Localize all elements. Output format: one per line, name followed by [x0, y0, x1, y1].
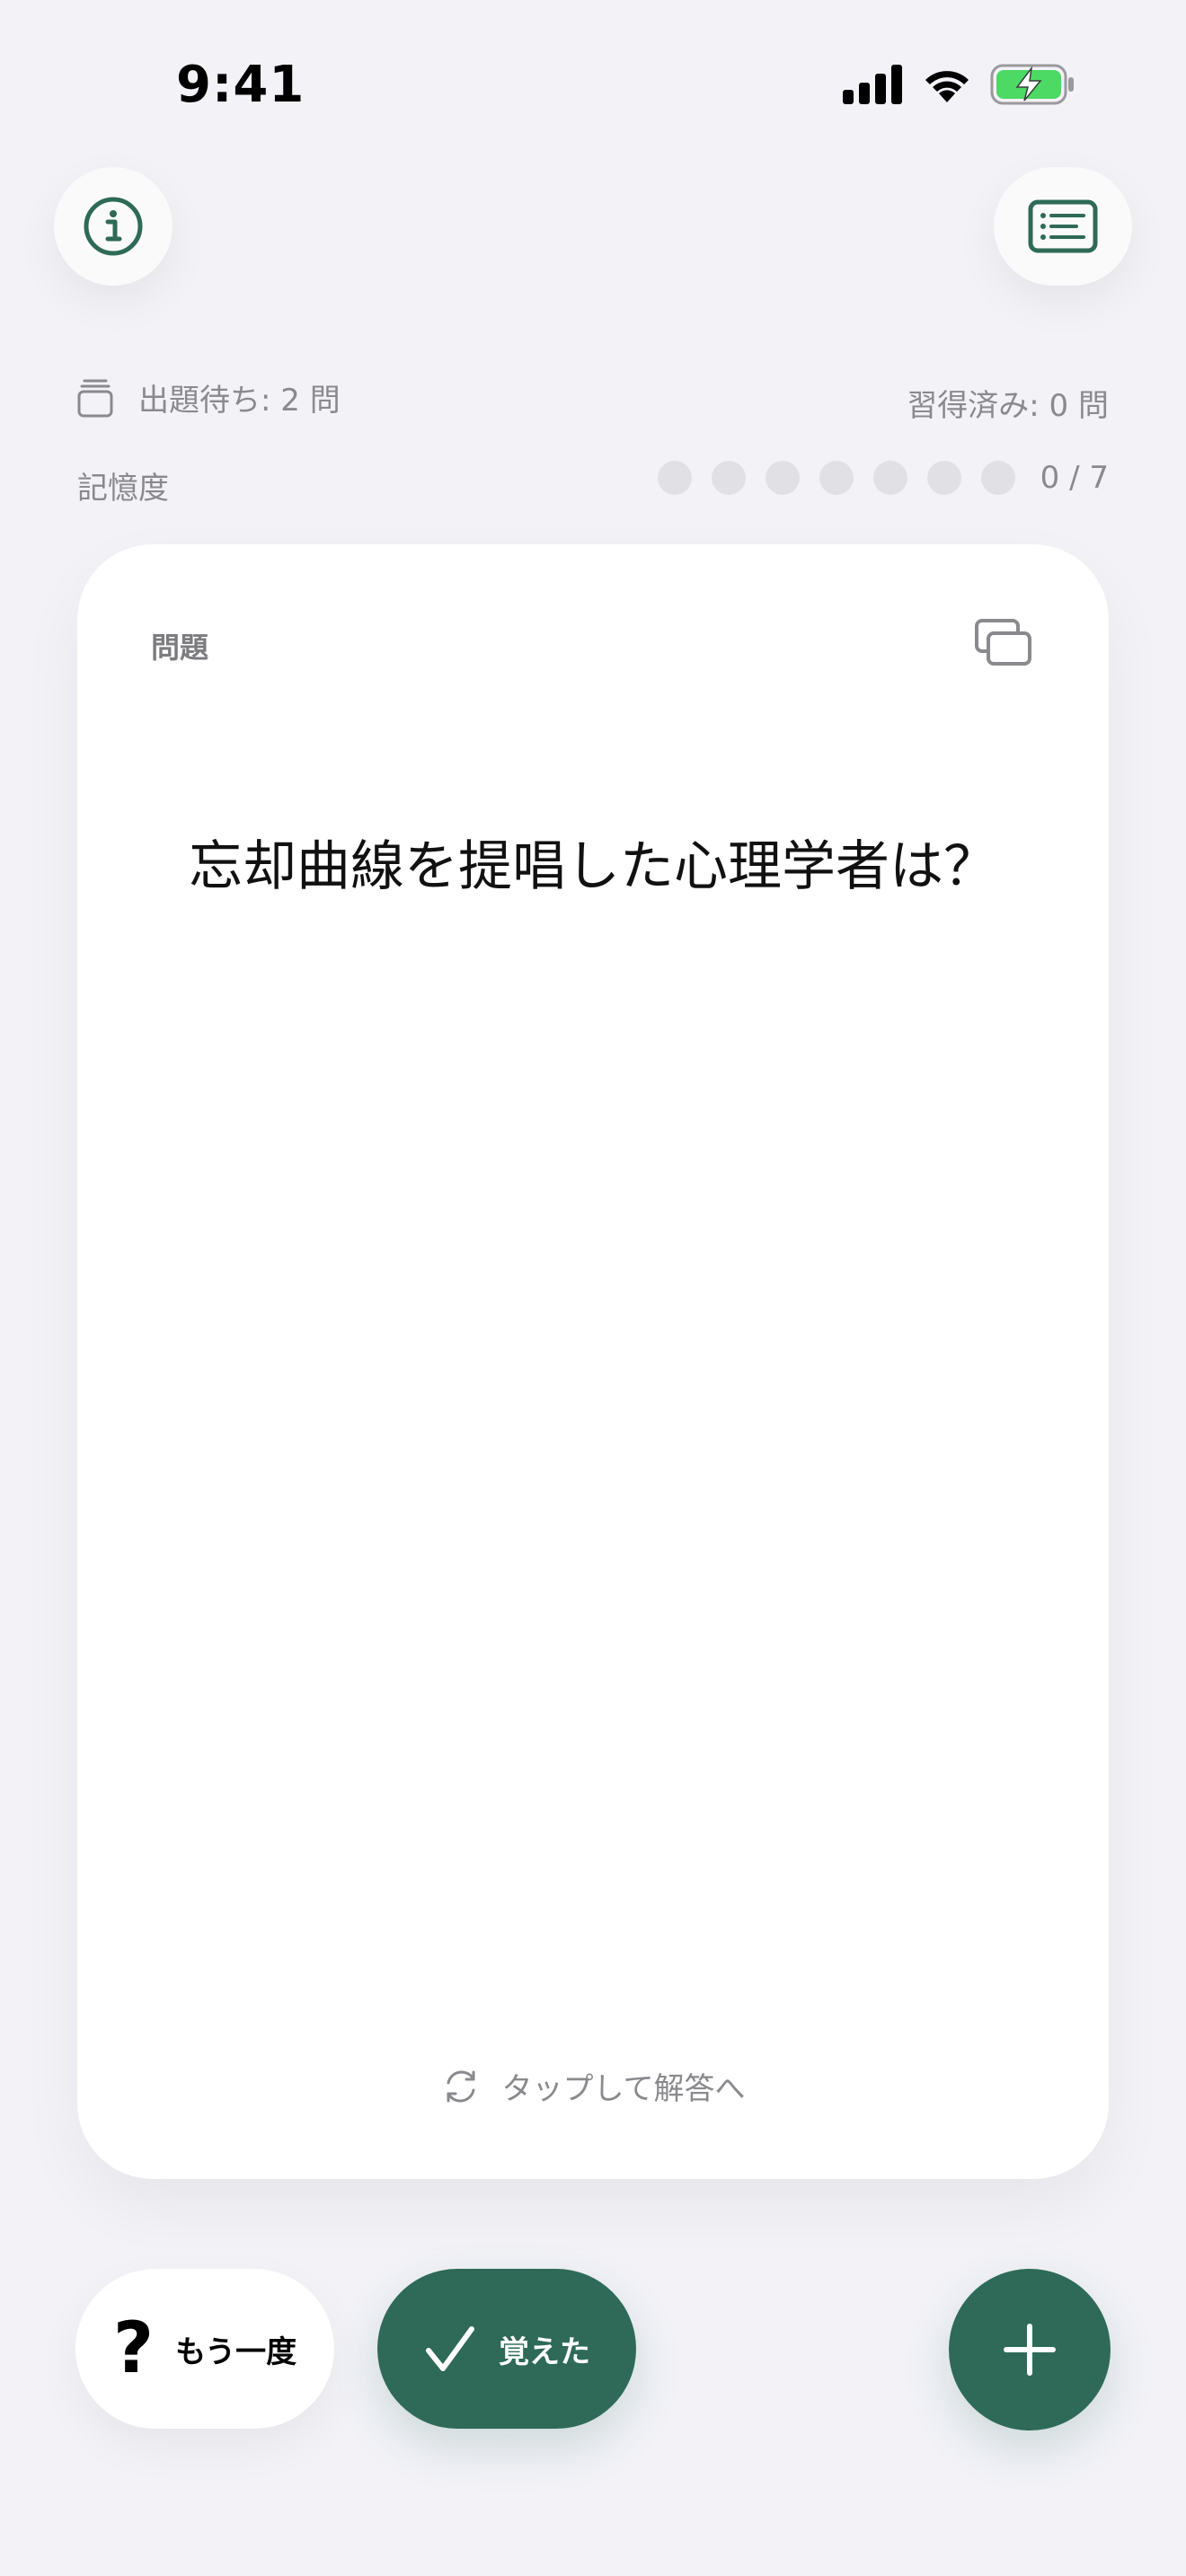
memory-dot [819, 461, 854, 495]
tap-hint[interactable]: タップして解答へ [77, 2064, 1109, 2108]
question-text: 忘却曲線を提唱した心理学者は？ [189, 835, 997, 898]
stack-icon [77, 379, 113, 417]
again-label: もう一度 [175, 2333, 297, 2370]
memory-dot [872, 461, 907, 495]
list-icon [1028, 199, 1098, 253]
memory-dot [926, 461, 961, 495]
plus-icon [1004, 2324, 1056, 2376]
queue-count: 出題待ち: 2 問 [77, 375, 341, 419]
status-time: 9:41 [176, 56, 305, 114]
memory-dot [980, 461, 1015, 495]
add-card-button[interactable] [949, 2269, 1111, 2430]
remember-button[interactable]: 覚えた [377, 2269, 636, 2429]
wifi-icon [925, 71, 969, 102]
signal-icon [843, 65, 902, 104]
info-icon [84, 197, 143, 256]
learned-label: 習得済み: 0 問 [907, 388, 1109, 424]
info-button[interactable] [54, 167, 173, 286]
memory-dot [657, 461, 692, 495]
battery-charging-icon [990, 64, 1074, 105]
memory-progress: 0 / 7 [657, 460, 1109, 496]
card-list-button[interactable] [994, 167, 1132, 286]
again-button[interactable]: ? もう一度 [75, 2269, 334, 2429]
remember-label: 覚えた [499, 2333, 590, 2370]
memory-dot [711, 461, 746, 495]
flash-card[interactable]: 問題 忘却曲線を提唱した心理学者は？ タップして解答へ [77, 544, 1109, 2179]
cards-icon[interactable] [974, 618, 1033, 668]
memory-count: 0 / 7 [1040, 460, 1109, 496]
tap-hint-label: タップして解答へ [501, 2071, 746, 2107]
memory-label: 記憶度 [77, 471, 169, 507]
card-label: 問題 [151, 631, 209, 665]
refresh-icon [447, 2069, 474, 2103]
question-mark-icon: ? [112, 2308, 155, 2389]
queue-label: 出題待ち: 2 問 [138, 383, 341, 419]
memory-dot [765, 461, 800, 495]
checkmark-icon [426, 2326, 474, 2371]
